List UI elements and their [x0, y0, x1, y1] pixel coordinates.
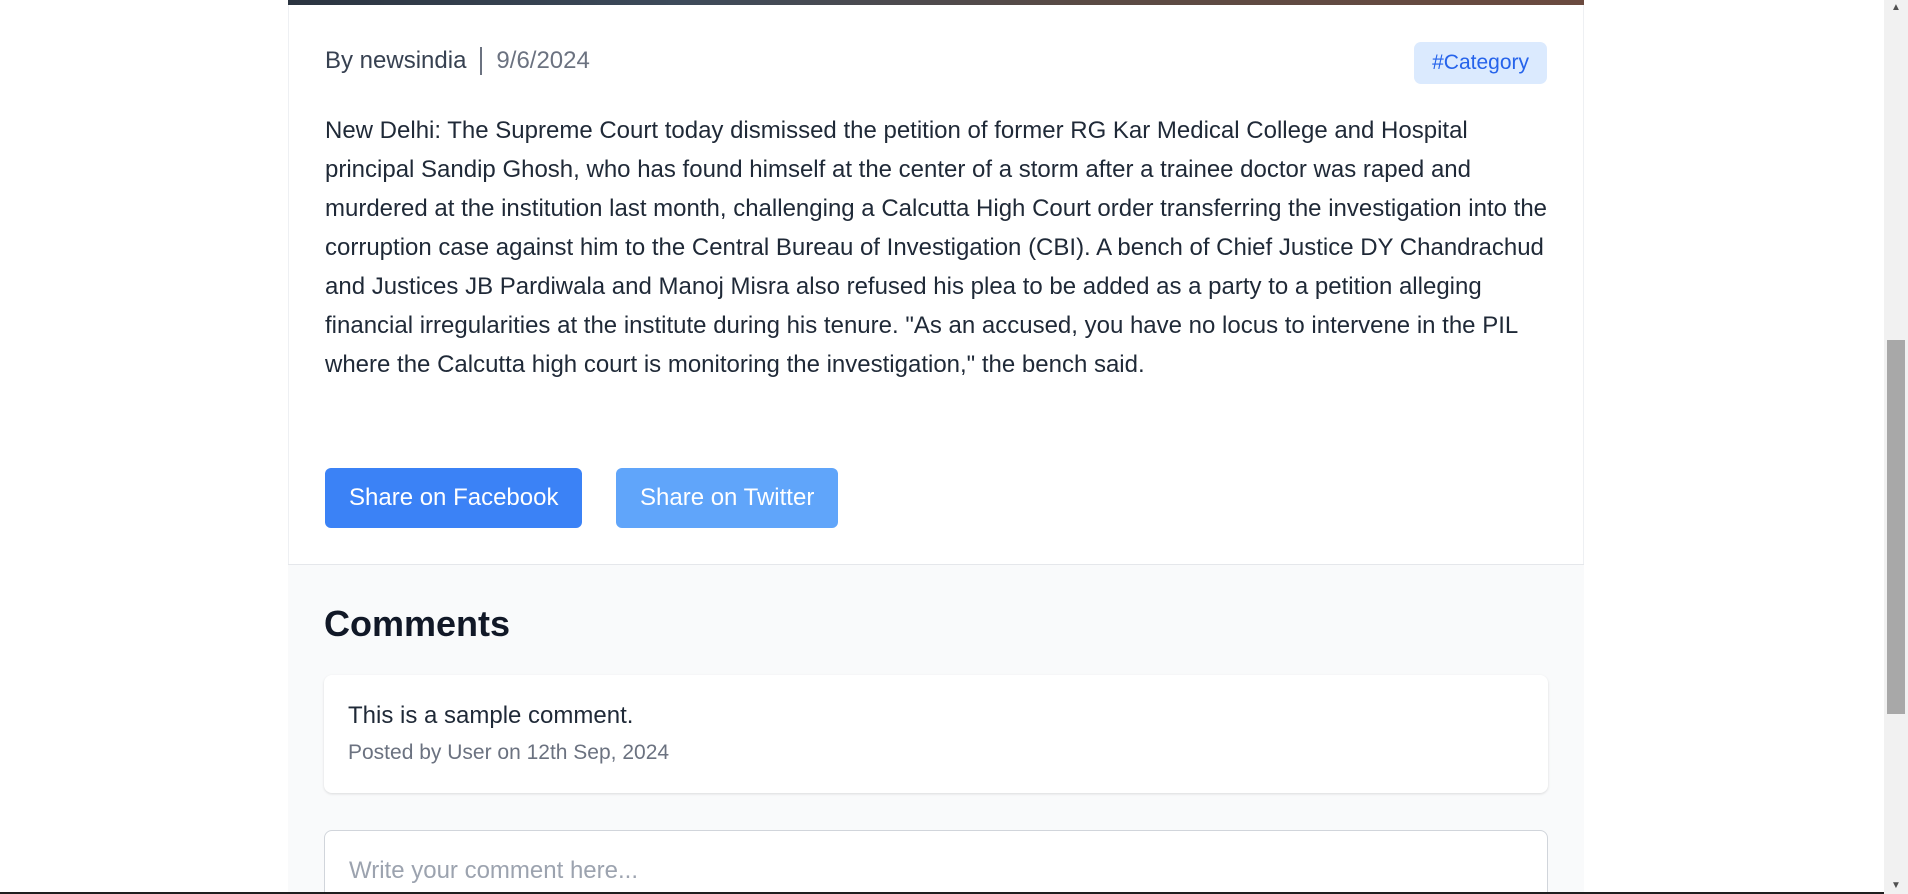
article-body: New Delhi: The Supreme Court today dismi… — [325, 117, 1548, 378]
comments-section: Comments This is a sample comment. Poste… — [288, 564, 1584, 894]
share-twitter-button[interactable]: Share on Twitter — [616, 468, 839, 528]
scroll-up-icon[interactable]: ▲ — [1884, 0, 1908, 16]
article-date: 9/6/2024 — [496, 47, 590, 74]
article-author: By newsindia — [325, 47, 467, 74]
article-card: By newsindia 9/6/2024 #Category New Delh… — [288, 5, 1584, 564]
comments-heading: Comments — [324, 603, 511, 644]
comment-text: This is a sample comment. — [348, 702, 634, 729]
scrollbar-thumb[interactable] — [1887, 340, 1905, 714]
vertical-scrollbar[interactable]: ▲ ▼ — [1884, 0, 1908, 894]
comment-input[interactable] — [324, 830, 1548, 894]
comment-meta: Posted by User on 12th Sep, 2024 — [348, 741, 670, 764]
meta-divider — [480, 47, 483, 75]
comment-item: This is a sample comment. Posted by User… — [324, 675, 1548, 793]
article-meta: By newsindia 9/6/2024 — [325, 47, 590, 75]
scroll-down-icon[interactable]: ▼ — [1884, 878, 1908, 894]
page: By newsindia 9/6/2024 #Category New Delh… — [0, 0, 1908, 894]
share-facebook-button[interactable]: Share on Facebook — [325, 468, 583, 528]
category-badge[interactable]: #Category — [1414, 42, 1547, 84]
